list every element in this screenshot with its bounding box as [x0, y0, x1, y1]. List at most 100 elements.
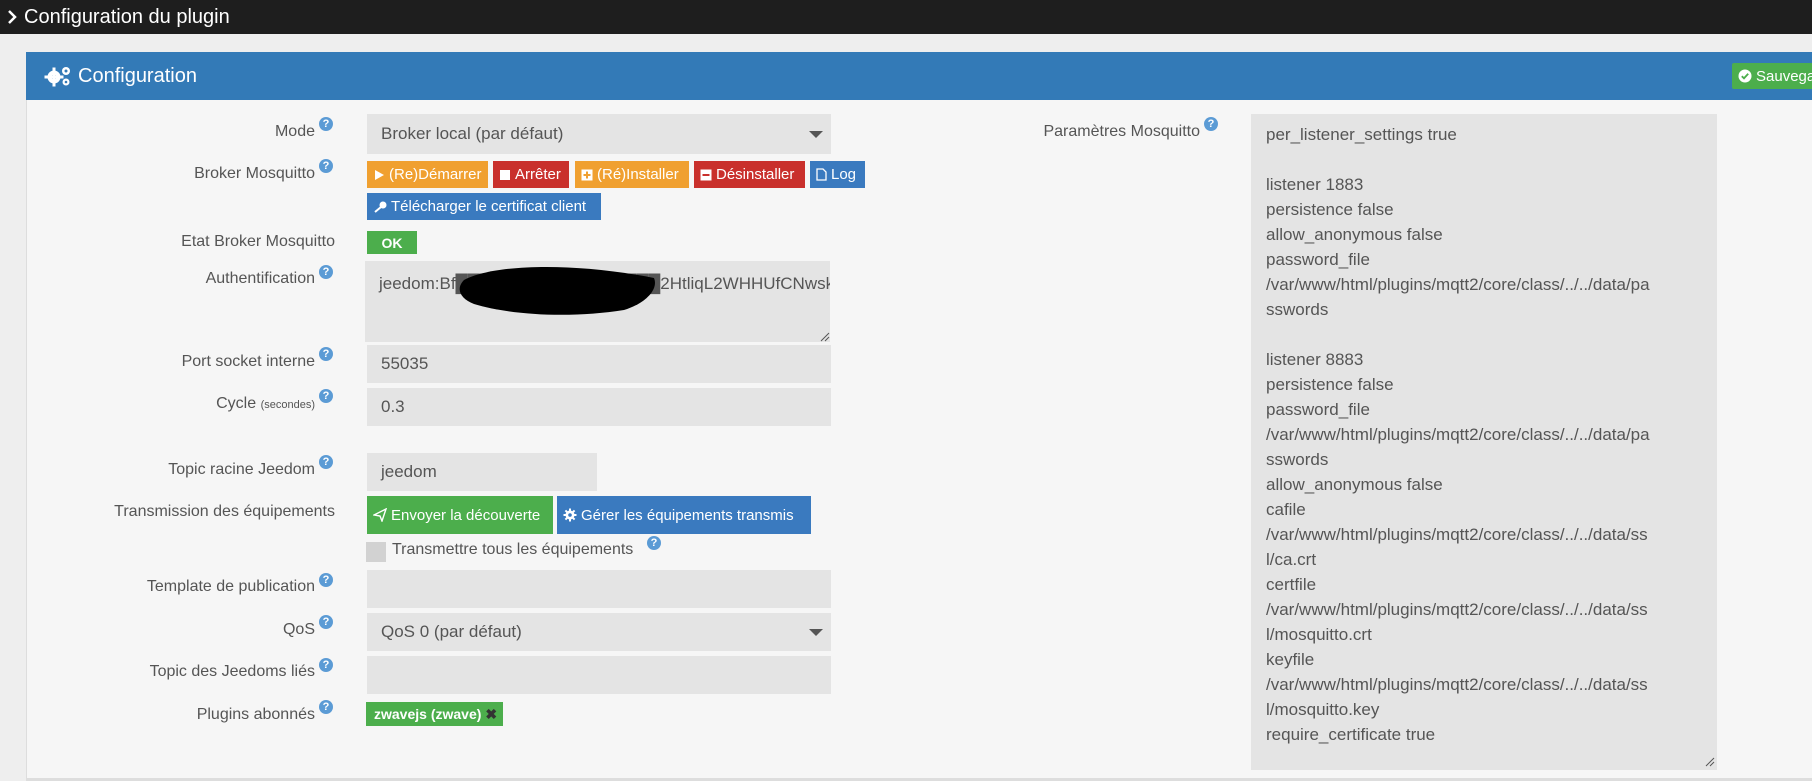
plugins-help-icon[interactable]: ? [319, 700, 333, 714]
mosquitto-line: listener 1883 [1266, 175, 1364, 194]
install-label: (Ré)Installer [597, 166, 679, 183]
mosquitto-line [1266, 322, 1702, 347]
qos-label: QoS [282, 621, 315, 638]
download-cert-button[interactable]: Télécharger le certificat client [367, 193, 601, 220]
log-button[interactable]: Log [810, 161, 865, 188]
mosquitto-line [1266, 147, 1702, 172]
resize-handle-icon[interactable] [1705, 757, 1715, 767]
plugin-tag-label: zwavejs (zwave) [374, 706, 482, 722]
chevron-right-icon[interactable] [4, 9, 20, 25]
mosquitto-line: password_file [1266, 400, 1370, 419]
send-discovery-button[interactable]: Envoyer la découverte [367, 496, 553, 534]
qos-help-icon[interactable]: ? [319, 615, 333, 629]
mosquitto-line: persistence false [1266, 375, 1394, 394]
mode-select[interactable]: Broker local (par défaut) [367, 114, 831, 154]
mosquitto-line: /var/www/html/plugins/mqtt2/core/class/.… [1266, 275, 1650, 294]
log-label: Log [831, 166, 857, 183]
port-label: Port socket interne [181, 353, 315, 370]
transmit-all-checkbox[interactable] [366, 542, 386, 562]
key-icon [374, 201, 387, 213]
template-help-icon[interactable]: ? [319, 573, 333, 587]
mode-help-icon[interactable]: ? [319, 117, 333, 131]
cycle-unit: (secondes) [260, 399, 315, 411]
mode-label: Mode [274, 123, 315, 140]
page-title: Configuration du plugin [24, 5, 230, 28]
mosquitto-line: cafile [1266, 500, 1306, 519]
mosquitto-line: allow_anonymous false [1266, 475, 1443, 494]
stop-icon [500, 169, 510, 180]
cycle-label: Cycle (secondes) [15, 395, 315, 413]
cycle-help-icon[interactable]: ? [319, 389, 333, 403]
mosquitto-line: l/mosquitto.key [1266, 700, 1380, 719]
mosquitto-line: per_listener_settings true [1266, 125, 1457, 144]
mosquitto-params-label: Paramètres Mosquitto [1043, 123, 1200, 140]
transmit-all-help-icon[interactable]: ? [647, 536, 661, 550]
panel-title: Configuration [78, 64, 197, 87]
qos-value: QoS 0 (par défaut) [381, 622, 522, 641]
mosquitto-line: /var/www/html/plugins/mqtt2/core/class/.… [1266, 600, 1648, 619]
mosquitto-line: listener 8883 [1266, 350, 1364, 369]
panel-header: Configuration [26, 52, 1812, 100]
mosquitto-line: /var/www/html/plugins/mqtt2/core/class/.… [1266, 675, 1648, 694]
chevron-down-icon [809, 131, 823, 138]
transmission-label: Transmission des équipements [114, 503, 335, 520]
mosquitto-line: /var/www/html/plugins/mqtt2/core/class/.… [1266, 525, 1648, 544]
port-help-icon[interactable]: ? [319, 347, 333, 361]
paper-plane-icon [373, 508, 387, 522]
linked-topic-help-icon[interactable]: ? [319, 658, 333, 672]
linked-topic-input[interactable] [367, 656, 831, 694]
mode-value: Broker local (par défaut) [381, 124, 564, 143]
topic-root-help-icon[interactable]: ? [319, 455, 333, 469]
uninstall-button[interactable]: Désinstaller [694, 161, 805, 188]
manage-equipment-label: Gérer les équipements transmis [581, 506, 794, 524]
resize-handle-icon[interactable] [820, 332, 830, 342]
mosquitto-line: certfile [1266, 575, 1317, 594]
mosquitto-line: require_certificate true [1266, 725, 1436, 744]
remove-tag-icon[interactable]: ✖ [485, 706, 497, 723]
download-cert-label: Télécharger le certificat client [391, 198, 587, 215]
mosquitto-line: sswords [1266, 450, 1329, 469]
install-button[interactable]: (Ré)Installer [575, 161, 689, 188]
cycle-label-text: Cycle [216, 395, 257, 412]
file-icon [816, 168, 827, 181]
template-label: Template de publication [146, 578, 315, 595]
linked-topic-label: Topic des Jeedoms liés [149, 663, 315, 680]
mosquitto-params-help-icon[interactable]: ? [1204, 117, 1218, 131]
broker-help-icon[interactable]: ? [319, 159, 333, 173]
mosquitto-params-textarea[interactable]: per_listener_settings true listener 1883 p… [1251, 114, 1717, 770]
minus-square-icon [700, 169, 712, 180]
top-bar: Configuration du plugin [0, 0, 1812, 34]
cycle-input[interactable]: 0.3 [367, 388, 831, 426]
mosquitto-line: password_file [1266, 250, 1370, 269]
mosquitto-line: persistence false [1266, 200, 1394, 219]
stop-button[interactable]: Arrêter [493, 161, 569, 188]
save-label: Sauvegarder [1756, 67, 1812, 85]
chevron-down-icon [809, 629, 823, 636]
play-icon [375, 169, 384, 180]
restart-button[interactable]: (Re)Démarrer [367, 161, 488, 188]
plugin-tag: zwavejs (zwave) ✖ [366, 702, 504, 726]
qos-select[interactable]: QoS 0 (par défaut) [367, 613, 831, 651]
plugins-label: Plugins abonnés [196, 706, 315, 723]
broker-state-label: Etat Broker Mosquitto [181, 233, 335, 250]
mosquitto-line: l/ca.crt [1266, 550, 1317, 569]
mosquitto-line: allow_anonymous false [1266, 225, 1443, 244]
auth-label: Authentification [205, 270, 315, 287]
stop-label: Arrêter [515, 166, 561, 183]
restart-label: (Re)Démarrer [389, 166, 482, 183]
cogs-icon [44, 67, 70, 87]
mosquitto-line: /var/www/html/plugins/mqtt2/core/class/.… [1266, 425, 1650, 444]
topic-root-label: Topic racine Jeedom [168, 461, 315, 478]
gear-icon [563, 508, 577, 522]
mosquitto-line: l/mosquitto.crt [1266, 625, 1372, 644]
template-input[interactable] [367, 570, 831, 608]
send-discovery-label: Envoyer la découverte [391, 506, 541, 524]
port-input[interactable]: 55035 [367, 345, 831, 383]
auth-help-icon[interactable]: ? [319, 265, 333, 279]
broker-label: Broker Mosquitto [194, 165, 315, 182]
manage-equipment-button[interactable]: Gérer les équipements transmis [557, 496, 811, 534]
save-button[interactable]: Sauvegarder [1732, 63, 1812, 89]
topic-root-input[interactable]: jeedom [367, 453, 597, 491]
redaction-scribble [459, 266, 655, 315]
broker-state-badge: OK [367, 231, 417, 254]
